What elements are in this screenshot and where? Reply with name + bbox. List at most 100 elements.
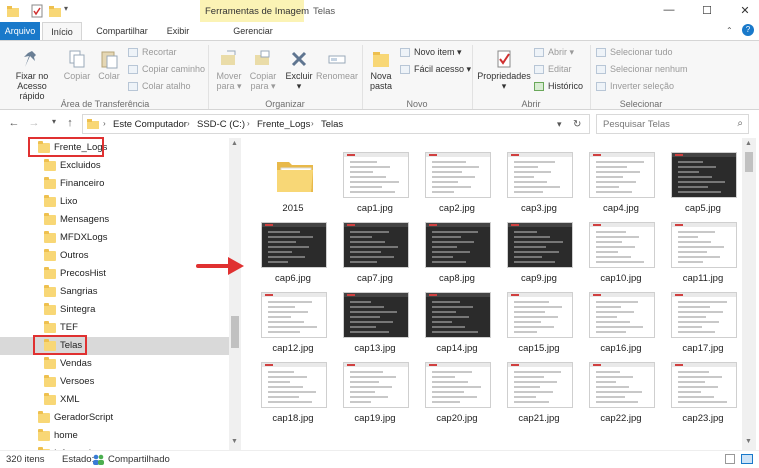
scroll-up-icon[interactable]: ▲	[745, 140, 752, 147]
file-item[interactable]: cap11.jpg	[663, 216, 743, 288]
rename-button[interactable]: Renomear	[316, 49, 358, 81]
easy-access-button[interactable]: Fácil acesso ▾	[400, 64, 471, 75]
file-item[interactable]: cap22.jpg	[581, 356, 661, 428]
nav-item-mfdxlogs[interactable]: MFDXLogs	[44, 229, 224, 247]
folder-item[interactable]: 2015	[253, 146, 333, 218]
nav-item-xml[interactable]: XML	[44, 391, 224, 409]
scroll-down-icon[interactable]: ▼	[231, 438, 238, 445]
select-none-button[interactable]: Selecionar nenhum	[596, 64, 688, 75]
nav-item-lixo[interactable]: Lixo	[44, 193, 224, 211]
history-button[interactable]: Histórico	[534, 81, 583, 92]
highlight-telas	[33, 335, 87, 355]
breadcrumb-this-pc[interactable]: Este Computador	[113, 119, 187, 130]
nav-item-home[interactable]: home	[38, 427, 218, 445]
nav-item-sangrias[interactable]: Sangrias	[44, 283, 224, 301]
ribbon-collapse-icon[interactable]: ⌃	[726, 26, 733, 35]
tab-view[interactable]: Exibir	[160, 22, 196, 40]
move-to-button[interactable]: Mover para ▾	[212, 49, 246, 91]
address-bar[interactable]: › Este Computador › SSD-C (C:) › Frente_…	[82, 114, 590, 134]
file-item[interactable]: cap10.jpg	[581, 216, 661, 288]
address-dropdown-icon[interactable]: ▾	[557, 119, 562, 130]
file-item[interactable]: cap12.jpg	[253, 286, 333, 358]
tab-file[interactable]: Arquivo	[0, 22, 40, 40]
file-item[interactable]: cap2.jpg	[417, 146, 497, 218]
file-item[interactable]: cap19.jpg	[335, 356, 415, 428]
file-item[interactable]: cap4.jpg	[581, 146, 661, 218]
file-item[interactable]: cap15.jpg	[499, 286, 579, 358]
copy-to-button[interactable]: Copiar para ▾	[246, 49, 280, 91]
file-item[interactable]: cap8.jpg	[417, 216, 497, 288]
file-item[interactable]: cap1.jpg	[335, 146, 415, 218]
file-item[interactable]: cap7.jpg	[335, 216, 415, 288]
file-item[interactable]: cap5.jpg	[663, 146, 743, 218]
copy-path-button[interactable]: Copiar caminho	[128, 64, 205, 75]
edit-button[interactable]: Editar	[534, 64, 572, 75]
search-input[interactable]: Pesquisar Telas ⌕	[596, 114, 749, 134]
nav-item-sintegra[interactable]: Sintegra	[44, 301, 224, 319]
details-view-icon[interactable]	[725, 454, 735, 464]
new-folder-button[interactable]: Nova pasta	[364, 49, 398, 91]
new-folder-icon[interactable]	[48, 4, 62, 18]
file-name: cap10.jpg	[600, 273, 642, 284]
breadcrumb-telas[interactable]: Telas	[321, 119, 343, 130]
select-all-button[interactable]: Selecionar tudo	[596, 47, 673, 58]
nav-item-versoes[interactable]: Versoes	[44, 373, 224, 391]
breadcrumb-drive[interactable]: SSD-C (C:)	[197, 119, 245, 130]
tab-home[interactable]: Início	[42, 22, 82, 40]
file-name: cap13.jpg	[354, 343, 396, 354]
nav-scrollbar[interactable]: ▲ ▼	[229, 138, 241, 450]
scroll-down-icon[interactable]: ▼	[745, 438, 752, 445]
content-scrollbar[interactable]: ▲ ▼	[742, 138, 756, 450]
pin-label: Fixar no Acesso rápido	[15, 71, 49, 101]
content-scroll-thumb[interactable]	[745, 152, 753, 172]
state-label: Estado:	[62, 454, 95, 465]
file-item[interactable]: cap9.jpg	[499, 216, 579, 288]
file-item[interactable]: cap14.jpg	[417, 286, 497, 358]
close-icon[interactable]: ✕	[738, 4, 752, 17]
up-icon[interactable]: ↑	[64, 117, 76, 129]
file-item[interactable]: cap23.jpg	[663, 356, 743, 428]
new-item-button[interactable]: Novo item ▾	[400, 47, 462, 58]
open-button[interactable]: Abrir ▾	[534, 47, 574, 58]
recent-dropdown-icon[interactable]: ▾	[48, 117, 60, 126]
pin-quick-access-button[interactable]: Fixar no Acesso rápido	[4, 49, 60, 101]
paste-button[interactable]: Colar	[94, 49, 124, 81]
nav-item-excluidos[interactable]: Excluidos	[44, 157, 224, 175]
folder-icon	[44, 321, 56, 333]
qa-dropdown-icon[interactable]: ▾	[64, 4, 78, 18]
file-item[interactable]: cap17.jpg	[663, 286, 743, 358]
nav-scroll-thumb[interactable]	[231, 316, 239, 348]
copy-button[interactable]: Copiar	[62, 49, 92, 81]
nav-item-financeiro[interactable]: Financeiro	[44, 175, 224, 193]
properties-icon[interactable]	[30, 4, 44, 18]
cut-button[interactable]: Recortar	[128, 47, 177, 58]
file-item[interactable]: cap6.jpg	[253, 216, 333, 288]
back-icon[interactable]: ←	[8, 117, 20, 129]
tab-share[interactable]: Compartilhar	[88, 22, 156, 40]
scroll-up-icon[interactable]: ▲	[231, 140, 238, 147]
nav-item-label: Sintegra	[60, 304, 96, 315]
folder-icon[interactable]	[6, 4, 20, 18]
file-item[interactable]: cap18.jpg	[253, 356, 333, 428]
delete-button[interactable]: Excluir ▾	[282, 49, 316, 91]
maximize-icon[interactable]: ☐	[700, 4, 714, 17]
large-icons-view-icon[interactable]	[741, 454, 753, 464]
file-name: cap19.jpg	[354, 413, 396, 424]
file-item[interactable]: cap21.jpg	[499, 356, 579, 428]
file-item[interactable]: cap16.jpg	[581, 286, 661, 358]
breadcrumb-frente-logs[interactable]: Frente_Logs	[257, 119, 310, 130]
help-icon[interactable]: ?	[742, 24, 754, 36]
nav-item-geradorscript[interactable]: GeradorScript	[38, 409, 218, 427]
file-item[interactable]: cap3.jpg	[499, 146, 579, 218]
paste-shortcut-button[interactable]: Colar atalho	[128, 81, 191, 92]
file-item[interactable]: cap20.jpg	[417, 356, 497, 428]
nav-item-mensagens[interactable]: Mensagens	[44, 211, 224, 229]
nav-item-vendas[interactable]: Vendas	[44, 355, 224, 373]
properties-button[interactable]: Propriedades ▾	[476, 49, 532, 91]
tab-manage[interactable]: Gerenciar	[208, 22, 298, 40]
minimize-icon[interactable]: —	[662, 4, 676, 16]
refresh-icon[interactable]: ↻	[573, 119, 581, 130]
file-item[interactable]: cap13.jpg	[335, 286, 415, 358]
forward-icon[interactable]: →	[28, 117, 40, 129]
invert-selection-button[interactable]: Inverter seleção	[596, 81, 674, 92]
